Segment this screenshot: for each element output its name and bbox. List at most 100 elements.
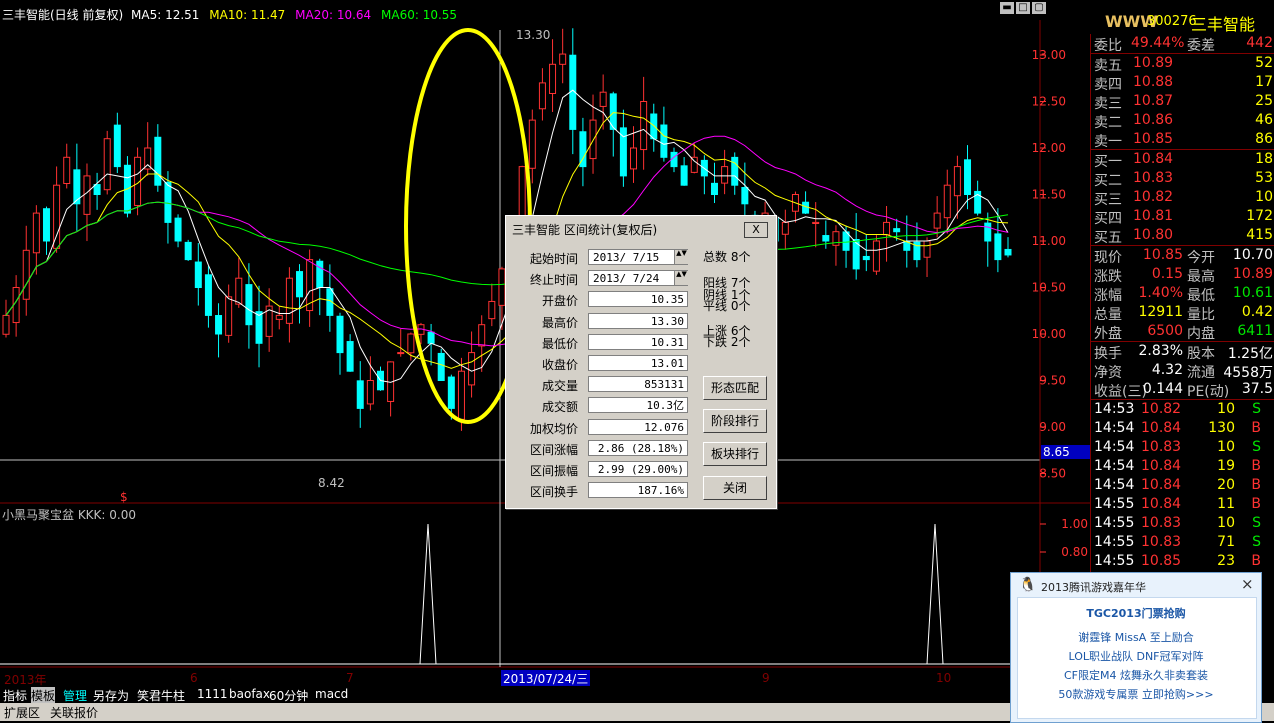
indicator-tab[interactable]: 另存为 [93, 687, 129, 704]
tick-row-cell: 20 [1217, 477, 1235, 493]
stat-row-cell: 量比 [1187, 307, 1215, 323]
info-row-cell: 4.32 [1151, 362, 1183, 378]
spike-3 [0, 523, 1040, 665]
dialog-titlebar[interactable]: 三丰智能 区间统计(复权后) X [508, 218, 774, 238]
indicator-tab[interactable]: macd [315, 687, 348, 701]
tick-row-cell: 10.84 [1141, 496, 1182, 512]
sell-level-row-cell: 卖五 [1094, 58, 1122, 74]
indicator-tab[interactable]: 1111 [197, 687, 228, 701]
stock-header: WWW 300276 三丰智能 [1075, 8, 1274, 34]
weibi-row: 委比 49.44% 委差 442 [1091, 34, 1274, 54]
buy-level-row-cell: 买四 [1094, 211, 1122, 227]
extension-tab[interactable]: 关联报价 [50, 704, 98, 721]
popup-line-1[interactable]: TGC2013门票抢购 [1011, 605, 1261, 621]
date-spinner-icon[interactable]: ▲▼ [674, 271, 688, 286]
tick-row-cell: S [1252, 534, 1261, 550]
high-price-label: 13.30 [516, 28, 551, 42]
buy-level-row-cell: 18 [1255, 151, 1273, 167]
tick-row-cell: 10.85 [1141, 553, 1182, 569]
sell-level-row-cell: 10.85 [1133, 131, 1174, 147]
candle-body [215, 315, 223, 335]
y-axis-label: 11.50 [1032, 188, 1066, 202]
sell-level-row-cell: 17 [1255, 74, 1273, 90]
candle-body [559, 53, 567, 65]
weibi-row-cell: 委差 [1187, 38, 1215, 54]
window-button-3[interactable]: ▢ [1032, 2, 1046, 14]
candle-body [93, 184, 101, 195]
indicator-tab[interactable]: 笑君牛柱 [137, 687, 185, 704]
candle-body [316, 260, 324, 288]
tick-row-cell: 11 [1217, 496, 1235, 512]
buy-level-row-cell: 415 [1246, 227, 1273, 243]
stat-row-cell: 今开 [1187, 250, 1215, 266]
candle-body [964, 159, 972, 195]
pattern-match-button[interactable]: 形态匹配 [703, 376, 767, 400]
sell-level-row-cell: 卖二 [1094, 115, 1122, 131]
sell-level-row: 卖二 10.86 46 [1091, 111, 1274, 131]
sell-level-row-cell: 25 [1255, 93, 1273, 109]
popup-line-2[interactable]: 谢霆锋 MissA 至上励合 [1011, 629, 1261, 645]
dialog-close-x-button[interactable]: X [744, 222, 768, 238]
indicator-tab[interactable]: baofax [229, 687, 270, 701]
candle-body [2, 314, 10, 335]
candle-body [255, 311, 263, 344]
stage-rank-button[interactable]: 阶段排行 [703, 409, 767, 433]
candle-body [933, 212, 941, 229]
low-price-label: 8.42 [318, 476, 345, 490]
stat-row: 涨跌 0.15 最高 10.89 [1091, 265, 1274, 285]
candle-body [83, 175, 91, 215]
tick-row-cell: 10 [1217, 439, 1235, 455]
close-button[interactable]: 关闭 [703, 476, 767, 500]
buy-level-row: 买一 10.84 18 [1091, 150, 1274, 170]
info-row: 收益(三) 0.144 PE(动) 37.5 [1091, 380, 1274, 400]
indicator-tab[interactable]: 管理 [63, 687, 87, 704]
candle-body [731, 156, 739, 186]
stat-row-cell: 1.40% [1138, 285, 1183, 301]
window-button-2[interactable]: □ [1016, 2, 1030, 14]
indicator-tab[interactable]: 指标 [3, 687, 27, 704]
dialog-field-label: 区间换手 [529, 485, 578, 500]
popup-close-button[interactable]: × [1241, 575, 1254, 593]
dialog-field-label: 收盘价 [541, 358, 578, 372]
candle-body [538, 82, 546, 110]
date-spinner-icon[interactable]: ▲▼ [674, 250, 688, 264]
dollar-icon: $ [120, 490, 128, 504]
date-picker-input[interactable]: 2013/ 7/15 [588, 249, 688, 265]
tick-row-cell: B [1251, 477, 1261, 493]
tick-row-cell: S [1252, 401, 1261, 417]
tick-row-cell: 14:54 [1094, 420, 1135, 436]
total-count: 总数 8个 [703, 250, 751, 264]
tick-row-cell: 14:55 [1094, 496, 1135, 512]
candle-body [640, 101, 648, 151]
indicator-tab[interactable]: 模板 [31, 687, 56, 704]
info-row-cell: PE(动) [1187, 384, 1230, 400]
tick-row-cell: B [1251, 496, 1261, 512]
y-axis-label: 10.00 [1032, 327, 1066, 341]
tick-row-cell: 14:54 [1094, 439, 1135, 455]
sector-rank-button[interactable]: 板块排行 [703, 442, 767, 466]
y-axis-label: 12.00 [1032, 141, 1066, 155]
window-button-1[interactable]: ▬ [1000, 2, 1014, 14]
tick-row-cell: 14:55 [1094, 553, 1135, 569]
tick-row-cell: 71 [1217, 534, 1235, 550]
candle-body [346, 341, 354, 372]
indicator-tab[interactable]: 60分钟 [269, 687, 308, 704]
candle-body [174, 217, 182, 242]
popup-line-4[interactable]: CF限定M4 炫舞永久非卖套装 [1011, 667, 1261, 683]
y-axis-label: 10.50 [1032, 281, 1066, 295]
tick-row-cell: B [1251, 420, 1261, 436]
extension-tab[interactable]: 扩展区 [4, 704, 40, 721]
date-picker-input[interactable]: 2013/ 7/24 [588, 270, 688, 287]
popup-line-3[interactable]: LOL职业战队 DNF冠军对阵 [1011, 648, 1261, 664]
popup-line-5[interactable]: 50款游戏专属票 立即抢购>>> [1011, 686, 1261, 702]
tick-row-cell: 10.84 [1141, 420, 1182, 436]
candle-body [407, 333, 415, 354]
buy-level-row: 买四 10.81 172 [1091, 207, 1274, 227]
ad-popup: 🐧 2013腾讯游戏嘉年华 × TGC2013门票抢购 谢霆锋 MissA 至上… [1010, 572, 1262, 723]
indicator-label: 小黑马聚宝盆 KKK: 0.00 [2, 508, 136, 522]
candle-body [397, 352, 405, 355]
buy-level-row-cell: 买一 [1094, 154, 1122, 170]
buy-level-row-cell: 买二 [1094, 173, 1122, 189]
candle-body [447, 376, 455, 409]
y-axis-label: 12.50 [1032, 95, 1066, 109]
